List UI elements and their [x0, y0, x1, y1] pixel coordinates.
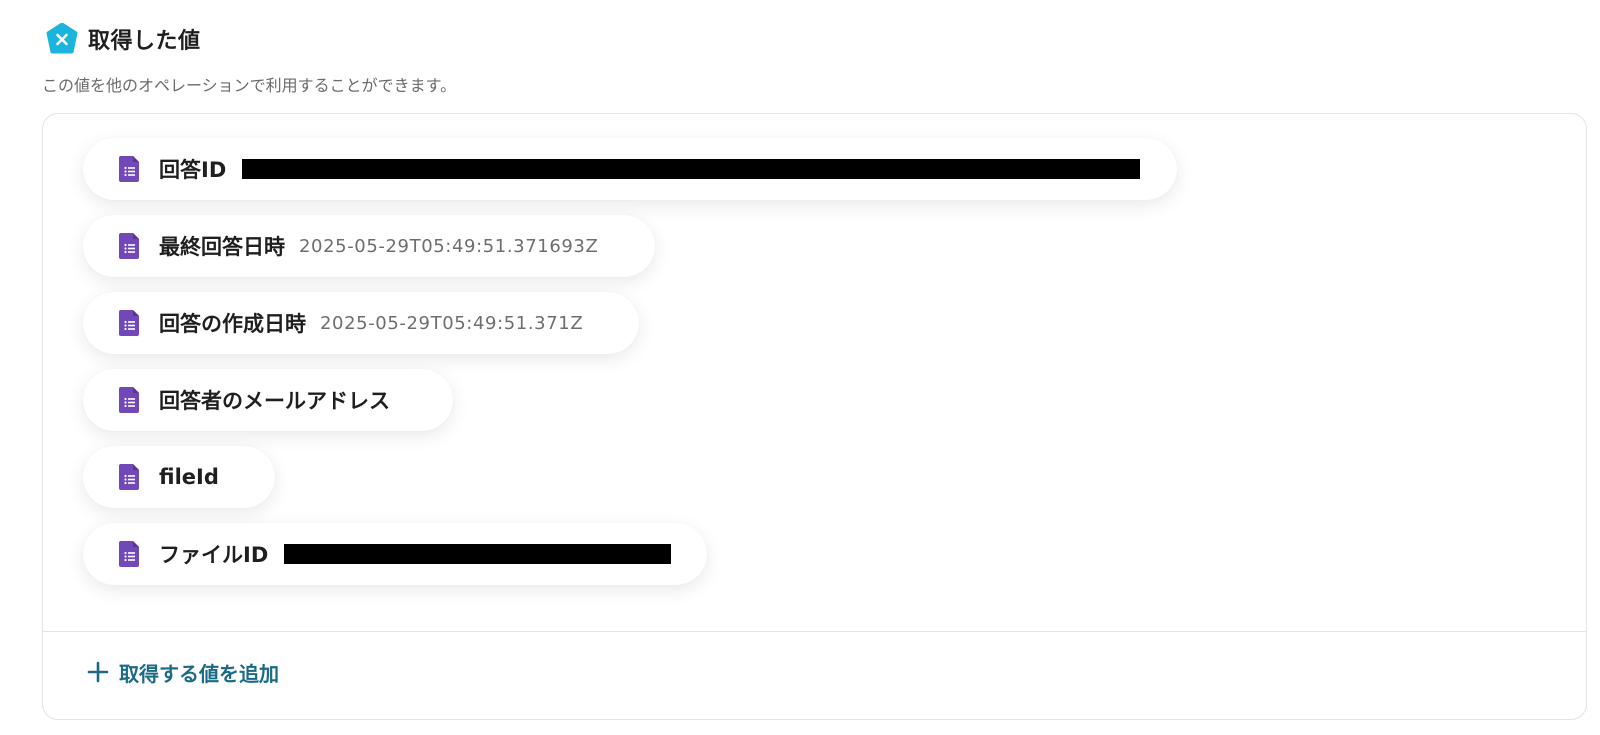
output-field-label: 回答の作成日時 [159, 312, 306, 336]
section-description: この値を他のオペレーションで利用することができます。 [42, 76, 457, 95]
google-forms-icon [119, 387, 141, 413]
output-field-label: 回答ID [159, 158, 227, 182]
plus-icon [87, 661, 109, 683]
yoom-logo-icon [46, 23, 78, 55]
output-field-label: fileId [159, 465, 219, 489]
output-field-chip-response-created-time[interactable]: 回答の作成日時 2025-05-29T05:49:51.371Z [83, 292, 639, 354]
output-field-chip-file-id-ja[interactable]: ファイルID [83, 523, 707, 585]
section-title: 取得した値 [88, 29, 201, 54]
output-field-chip-respondent-email[interactable]: 回答者のメールアドレス [83, 369, 453, 431]
output-field-label: 回答者のメールアドレス [159, 389, 390, 413]
google-forms-icon [119, 310, 141, 336]
output-field-value: 2025-05-29T05:49:51.371Z [320, 312, 584, 334]
panel-divider [43, 631, 1586, 632]
google-forms-icon [119, 464, 141, 490]
google-forms-icon [119, 233, 141, 259]
output-field-value: 2025-05-29T05:49:51.371693Z [299, 235, 599, 257]
google-forms-icon [119, 156, 141, 182]
output-field-chip-file-id[interactable]: fileId [83, 446, 275, 508]
section-header: 取得した値 [46, 22, 201, 56]
redacted-value [284, 544, 671, 564]
google-forms-icon [119, 541, 141, 567]
output-values-panel: 回答ID 最終回答日時 2025-05-29T05:49:51.371693Z … [42, 113, 1587, 720]
output-field-chip-response-id[interactable]: 回答ID [83, 138, 1177, 200]
add-output-value-label: 取得する値を追加 [119, 661, 279, 686]
output-field-label: 最終回答日時 [159, 235, 285, 259]
output-field-label: ファイルID [159, 543, 269, 567]
output-field-chip-last-response-time[interactable]: 最終回答日時 2025-05-29T05:49:51.371693Z [83, 215, 655, 277]
redacted-value [242, 159, 1141, 179]
add-output-value-button[interactable]: 取得する値を追加 [87, 649, 279, 695]
